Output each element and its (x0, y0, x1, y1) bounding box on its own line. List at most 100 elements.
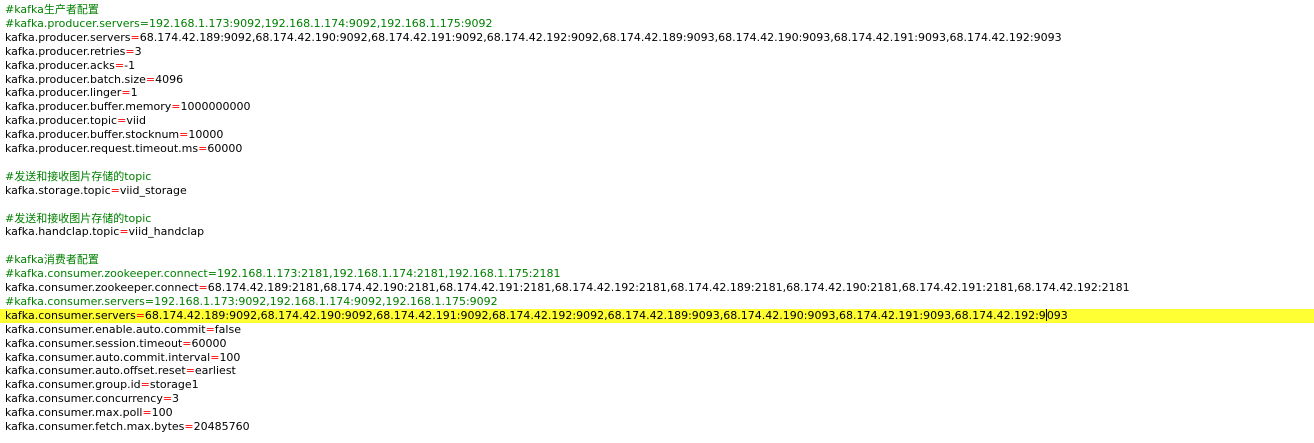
equals-sign: = (110, 183, 120, 197)
property-key: kafka.consumer.zookeeper.connect (5, 281, 199, 294)
editor-line[interactable]: kafka.consumer.auto.commit.interval=100 (0, 351, 1314, 365)
editor-line[interactable]: kafka.consumer.concurrency=3 (0, 392, 1314, 406)
editor-line[interactable]: kafka.consumer.max.poll=100 (0, 406, 1314, 420)
property-key: kafka.producer.linger (5, 86, 122, 100)
equals-sign: = (114, 58, 125, 72)
text-editor-area[interactable]: #kafka生产者配置 #kafka.producer.servers=192.1… (0, 0, 1314, 443)
equals-sign: = (117, 114, 127, 128)
editor-line[interactable]: #发送和接收图片存储的topic (0, 170, 1314, 184)
editor-line[interactable]: kafka.consumer.group.id=storage1 (0, 378, 1314, 392)
editor-line[interactable]: #kafka消费者配置 (0, 253, 1314, 267)
editor-line[interactable]: kafka.handclap.topic=viid_handclap (0, 225, 1314, 239)
property-value: 3 (134, 44, 142, 58)
comment-text: #kafka生产者配置 (5, 3, 99, 16)
property-value: 1 (130, 86, 138, 100)
equals-sign: = (135, 308, 145, 322)
editor-line[interactable]: #发送和接收图片存储的topic (0, 212, 1314, 226)
property-value: earliest (194, 364, 236, 378)
equals-sign: = (185, 364, 195, 378)
equals-sign: = (121, 86, 131, 100)
property-key: kafka.consumer.fetch.max.bytes (5, 420, 185, 433)
comment-text: #发送和接收图片存储的topic (5, 169, 152, 183)
property-value: 60000 (207, 142, 243, 155)
comment-text: #kafka.consumer.zookeeper.connect=192.16… (5, 267, 561, 281)
comment-text: #发送和接收图片存储的topic (5, 211, 152, 225)
property-value: viid_storage (119, 183, 187, 197)
property-key: kafka.producer.buffer.stocknum (5, 128, 180, 142)
property-key: kafka.producer.acks (5, 58, 115, 72)
property-key: kafka.storage.topic (5, 183, 111, 197)
property-value: 100 (219, 350, 241, 364)
property-value: viid_handclap (128, 225, 205, 239)
editor-line-blank[interactable] (0, 239, 1314, 253)
equals-sign: = (198, 142, 208, 155)
editor-line[interactable]: kafka.consumer.auto.offset.reset=earlies… (0, 364, 1314, 378)
property-value: storage1 (149, 378, 199, 392)
equals-sign: = (140, 378, 150, 392)
editor-line[interactable]: kafka.storage.topic=viid_storage (0, 184, 1314, 198)
property-key: kafka.consumer.servers (5, 308, 136, 322)
editor-line[interactable]: kafka.consumer.session.timeout=60000 (0, 337, 1314, 351)
comment-text: #kafka.consumer.servers=192.168.1.173:90… (5, 294, 498, 308)
property-key: kafka.consumer.enable.auto.commit (5, 322, 206, 336)
property-key: kafka.consumer.auto.offset.reset (5, 364, 186, 378)
editor-line[interactable]: kafka.consumer.zookeeper.connect=68.174.… (0, 281, 1314, 295)
property-value: false (214, 322, 241, 336)
editor-line[interactable]: kafka.consumer.fetch.max.bytes=20485760 (0, 420, 1314, 434)
editor-line[interactable]: #kafka生产者配置 (0, 3, 1314, 17)
equals-sign: = (125, 44, 135, 58)
property-value: 4096 (155, 72, 184, 86)
property-key: kafka.producer.topic (5, 114, 118, 128)
property-value: 68.174.42.189:9092,68.174.42.190:9092,68… (139, 30, 1062, 44)
equals-sign: = (145, 72, 156, 86)
equals-sign: = (142, 406, 152, 420)
property-key: kafka.consumer.session.timeout (5, 336, 183, 350)
editor-line-current[interactable]: kafka.consumer.servers=68.174.42.189:909… (0, 308, 1314, 323)
equals-sign: = (205, 322, 215, 336)
editor-line[interactable]: kafka.consumer.enable.auto.commit=false (0, 323, 1314, 337)
equals-sign: = (162, 392, 173, 406)
property-value: viid (126, 114, 146, 128)
property-value: 3 (172, 392, 180, 406)
property-value: 10000 (188, 128, 224, 142)
editor-line[interactable]: #kafka.consumer.servers=192.168.1.173:90… (0, 295, 1314, 309)
equals-sign: = (198, 281, 208, 294)
editor-line[interactable]: #kafka.producer.servers=192.168.1.173:90… (0, 17, 1314, 31)
property-key: kafka.handclap.topic (5, 225, 120, 239)
property-key: kafka.producer.retries (5, 44, 126, 58)
equals-sign: = (184, 420, 194, 433)
comment-text: #kafka.producer.servers=192.168.1.173:90… (5, 16, 493, 30)
property-key: kafka.producer.buffer.memory (5, 100, 172, 114)
property-value: 60000 (191, 336, 227, 350)
property-key: kafka.consumer.concurrency (5, 392, 163, 406)
property-key: kafka.producer.request.timeout.ms (5, 142, 199, 155)
equals-sign: = (119, 225, 129, 239)
property-key: kafka.consumer.group.id (5, 378, 141, 392)
property-value: 1000000000 (180, 100, 251, 114)
property-value-after-cursor: 093 (1046, 308, 1068, 322)
property-value: -1 (124, 58, 136, 72)
property-key: kafka.consumer.auto.commit.interval (5, 350, 211, 364)
property-value: 20485760 (193, 420, 250, 433)
property-value: 68.174.42.189:9092,68.174.42.190:9092,68… (144, 308, 1046, 322)
property-key: kafka.producer.batch.size (5, 72, 146, 86)
editor-line[interactable]: kafka.producer.topic=viid (0, 114, 1314, 128)
property-value: 100 (151, 406, 173, 420)
property-value: 68.174.42.189:2181,68.174.42.190:2181,68… (207, 281, 1130, 294)
editor-line[interactable]: kafka.producer.retries=3 (0, 45, 1314, 59)
editor-line[interactable]: kafka.producer.request.timeout.ms=60000 (0, 142, 1314, 156)
editor-line-blank[interactable] (0, 156, 1314, 170)
editor-line[interactable]: kafka.producer.linger=1 (0, 86, 1314, 100)
editor-line-blank[interactable] (0, 198, 1314, 212)
editor-line[interactable]: kafka.producer.acks=-1 (0, 59, 1314, 73)
editor-line[interactable]: kafka.producer.servers=68.174.42.189:909… (0, 31, 1314, 45)
editor-line[interactable]: kafka.producer.buffer.memory=1000000000 (0, 100, 1314, 114)
editor-line[interactable]: kafka.producer.buffer.stocknum=10000 (0, 128, 1314, 142)
editor-line[interactable]: #kafka.consumer.zookeeper.connect=192.16… (0, 267, 1314, 281)
property-key: kafka.producer.servers (5, 30, 131, 44)
editor-line[interactable]: kafka.producer.batch.size=4096 (0, 73, 1314, 87)
equals-sign: = (179, 128, 189, 142)
property-key: kafka.consumer.max.poll (5, 406, 143, 420)
comment-text: #kafka消费者配置 (5, 253, 99, 267)
equals-sign: = (130, 30, 140, 44)
